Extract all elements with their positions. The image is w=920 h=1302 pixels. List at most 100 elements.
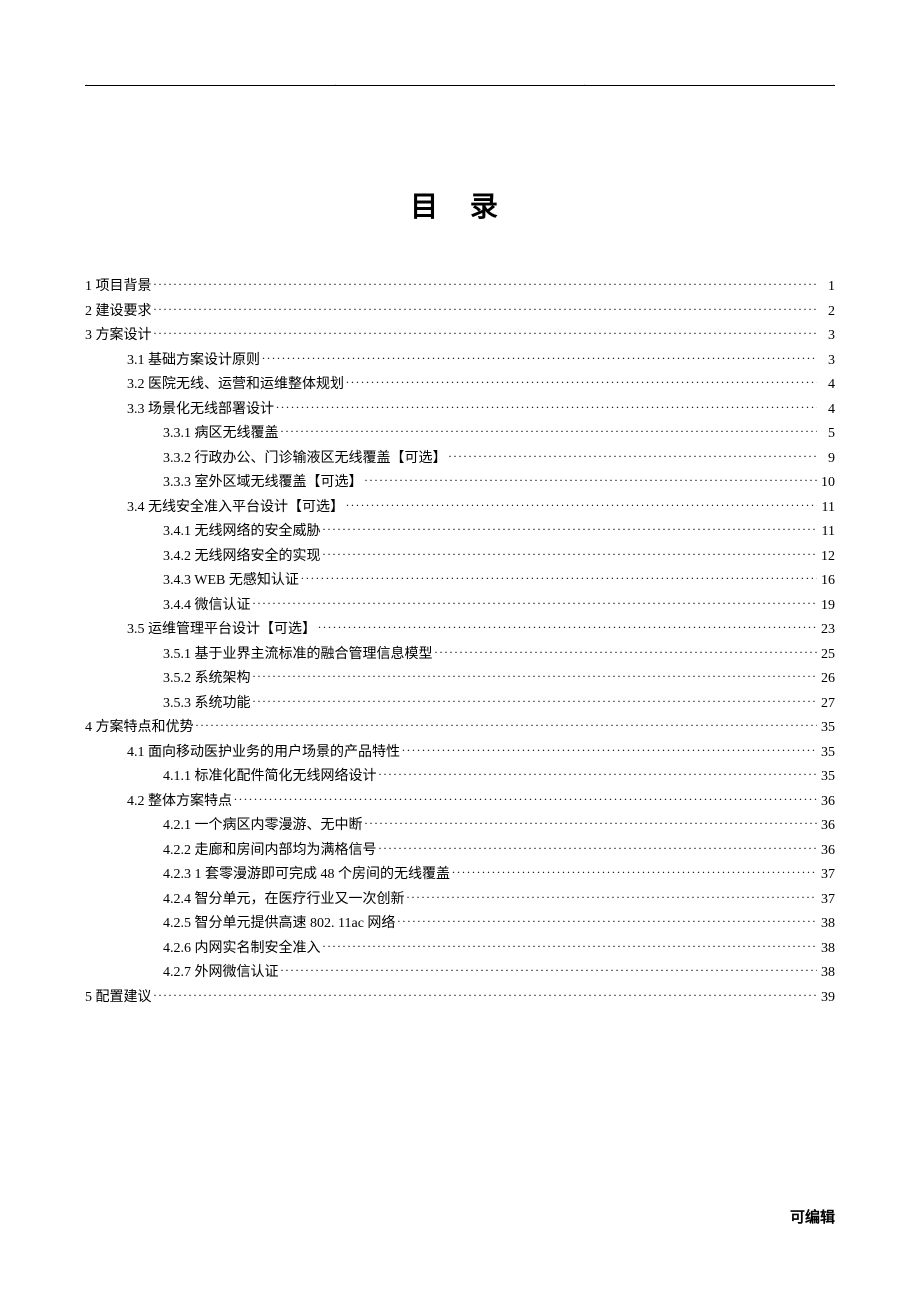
toc-entry-page: 9 (819, 447, 835, 472)
toc-entry[interactable]: 3.3 场景化无线部署设计 4 (85, 398, 835, 423)
toc-entry[interactable]: 2 建设要求 2 (85, 300, 835, 325)
toc-leader-dots (154, 301, 818, 315)
toc-entry-label: 4.2 整体方案特点 (127, 790, 232, 815)
toc-entry-label: 4 方案特点和优势 (85, 716, 194, 741)
toc-entry[interactable]: 3.5.3 系统功能 27 (85, 692, 835, 717)
toc-entry-page: 4 (819, 373, 835, 398)
toc-leader-dots (154, 276, 818, 290)
toc-entry[interactable]: 5 配置建议 39 (85, 986, 835, 1011)
toc-leader-dots (234, 791, 817, 805)
toc-leader-dots (449, 448, 818, 462)
toc-entry[interactable]: 4.2.1 一个病区内零漫游、无中断 36 (85, 814, 835, 839)
toc-entry-page: 12 (819, 545, 835, 570)
toc-entry-label: 3.4.3 WEB 无感知认证 (163, 569, 299, 594)
toc-leader-dots (323, 546, 818, 560)
toc-entry[interactable]: 4.2 整体方案特点36 (85, 790, 835, 815)
toc-entry-page: 11 (819, 520, 835, 545)
toc-entry-label: 5 配置建议 (85, 986, 152, 1011)
toc-entry-label: 4.2.3 1 套零漫游即可完成 48 个房间的无线覆盖 (163, 863, 450, 888)
toc-entry-page: 2 (819, 300, 835, 325)
toc-entry-label: 4.1.1 标准化配件简化无线网络设计 (163, 765, 377, 790)
toc-entry-page: 36 (819, 814, 835, 839)
toc-entry-page: 3 (819, 349, 835, 374)
toc-entry[interactable]: 4.2.2 走廊和房间内部均为满格信号36 (85, 839, 835, 864)
toc-leader-dots (435, 644, 818, 658)
toc-entry-label: 3.5.3 系统功能 (163, 692, 251, 717)
toc-entry[interactable]: 3.5.1 基于业界主流标准的融合管理信息模型 25 (85, 643, 835, 668)
toc-entry-label: 3.3.2 行政办公、门诊输液区无线覆盖【可选】 (163, 447, 447, 472)
toc-entry-page: 37 (819, 863, 835, 888)
toc-entry-label: 3.1 基础方案设计原则 (127, 349, 260, 374)
toc-entry[interactable]: 3.5.2 系统架构26 (85, 667, 835, 692)
toc-entry[interactable]: 3.3.2 行政办公、门诊输液区无线覆盖【可选】 9 (85, 447, 835, 472)
toc-entry-page: 35 (819, 741, 835, 766)
toc-entry[interactable]: 3.4.2 无线网络安全的实现12 (85, 545, 835, 570)
toc-entry[interactable]: 4.1.1 标准化配件简化无线网络设计35 (85, 765, 835, 790)
footer-text: 可编辑 (790, 1206, 835, 1227)
toc-leader-dots (365, 472, 818, 486)
toc-entry[interactable]: 4.2.4 智分单元，在医疗行业又一次创新37 (85, 888, 835, 913)
toc-leader-dots (281, 962, 818, 976)
toc-entry-page: 36 (819, 839, 835, 864)
header-decoration: .... (85, 78, 835, 84)
toc-leader-dots (452, 864, 817, 878)
toc-entry[interactable]: 4.2.3 1 套零漫游即可完成 48 个房间的无线覆盖 37 (85, 863, 835, 888)
toc-leader-dots (379, 840, 818, 854)
toc-entry[interactable]: 1 项目背景 1 (85, 275, 835, 300)
toc-entry[interactable]: 4.1 面向移动医护业务的用户场景的产品特性 35 (85, 741, 835, 766)
toc-entry-page: 26 (819, 667, 835, 692)
toc-leader-dots (346, 497, 817, 511)
toc-leader-dots (346, 374, 817, 388)
toc-leader-dots (196, 717, 818, 731)
toc-entry[interactable]: 4.2.7 外网微信认证 38 (85, 961, 835, 986)
toc-entry-page: 38 (819, 961, 835, 986)
toc-entry-label: 3.4 无线安全准入平台设计【可选】 (127, 496, 344, 521)
toc-entry-label: 3.5.1 基于业界主流标准的融合管理信息模型 (163, 643, 433, 668)
toc-leader-dots (402, 742, 817, 756)
toc-entry[interactable]: 3.4.4 微信认证19 (85, 594, 835, 619)
toc-entry[interactable]: 4.2.6 内网实名制安全准入38 (85, 937, 835, 962)
toc-entry[interactable]: 3.4.1 无线网络的安全威胁 11 (85, 520, 835, 545)
toc-entry-page: 4 (819, 398, 835, 423)
toc-entry-label: 4.2.4 智分单元，在医疗行业又一次创新 (163, 888, 405, 913)
toc-entry-label: 3.3.1 病区无线覆盖 (163, 422, 279, 447)
toc-leader-dots (301, 570, 817, 584)
toc-leader-dots (253, 595, 818, 609)
toc-entry[interactable]: 3.1 基础方案设计原则 3 (85, 349, 835, 374)
toc-leader-dots (407, 889, 818, 903)
toc-entry-label: 4.2.7 外网微信认证 (163, 961, 279, 986)
toc-entry-page: 5 (819, 422, 835, 447)
toc-entry-label: 3.4.1 无线网络的安全威胁 (163, 520, 321, 545)
toc-entry-page: 19 (819, 594, 835, 619)
toc-entry-label: 3.5 运维管理平台设计【可选】 (127, 618, 316, 643)
toc-leader-dots (323, 938, 818, 952)
toc-entry[interactable]: 3 方案设计3 (85, 324, 835, 349)
toc-entry[interactable]: 3.3.3 室外区域无线覆盖【可选】10 (85, 471, 835, 496)
toc-entry-page: 25 (819, 643, 835, 668)
toc-entry-page: 1 (819, 275, 835, 300)
toc-entry-page: 27 (819, 692, 835, 717)
toc-entry-label: 1 项目背景 (85, 275, 152, 300)
toc-entry-label: 4.2.1 一个病区内零漫游、无中断 (163, 814, 363, 839)
toc-entry-label: 4.1 面向移动医护业务的用户场景的产品特性 (127, 741, 400, 766)
toc-entry[interactable]: 3.5 运维管理平台设计【可选】 23 (85, 618, 835, 643)
toc-entry-page: 38 (819, 937, 835, 962)
toc-entry-label: 2 建设要求 (85, 300, 152, 325)
toc-leader-dots (397, 913, 817, 927)
toc-entry[interactable]: 3.4 无线安全准入平台设计【可选】 11 (85, 496, 835, 521)
toc-entry-page: 11 (819, 496, 835, 521)
toc-entry-page: 39 (819, 986, 835, 1011)
toc-entry[interactable]: 4.2.5 智分单元提供高速 802. 11ac 网络 38 (85, 912, 835, 937)
toc-entry-page: 10 (819, 471, 835, 496)
toc-entry-label: 4.2.5 智分单元提供高速 802. 11ac 网络 (163, 912, 395, 937)
toc-entry[interactable]: 4 方案特点和优势35 (85, 716, 835, 741)
toc-entry[interactable]: 3.2 医院无线、运营和运维整体规划4 (85, 373, 835, 398)
toc-entry-page: 23 (819, 618, 835, 643)
toc-leader-dots (281, 423, 818, 437)
toc-entry-page: 16 (819, 569, 835, 594)
toc-entry[interactable]: 3.3.1 病区无线覆盖 5 (85, 422, 835, 447)
toc-entry-page: 38 (819, 912, 835, 937)
toc-entry-label: 3.3 场景化无线部署设计 (127, 398, 274, 423)
header-line (85, 85, 835, 86)
toc-entry[interactable]: 3.4.3 WEB 无感知认证 16 (85, 569, 835, 594)
